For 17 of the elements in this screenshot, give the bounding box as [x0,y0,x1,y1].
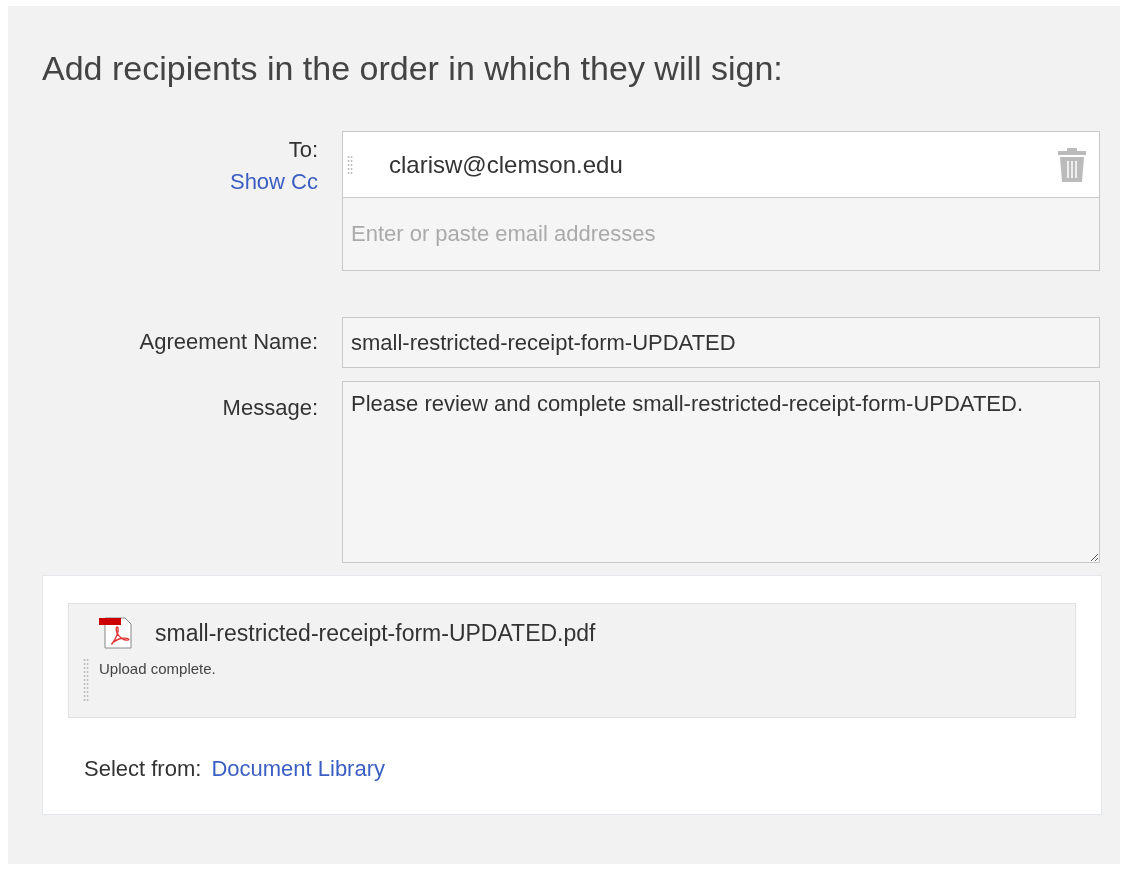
file-name: small-restricted-receipt-form-UPDATED.pdf [155,619,596,647]
select-from-label: Select from: [84,756,202,782]
show-cc-link[interactable]: Show Cc [229,169,318,195]
drag-handle-icon[interactable] [83,658,89,704]
drag-handle-icon[interactable] [347,154,353,175]
agreement-name-label: Agreement Name: [139,329,318,355]
message-field[interactable]: Please review and complete small-restricted-receipt-form-UPDATED. [342,381,1100,563]
recipients-field[interactable]: clarisw@clemson.edu Enter or paste email addresses [342,131,1100,271]
recipient-entry[interactable]: clarisw@clemson.edu [343,132,1099,198]
pdf-file-icon [99,616,135,650]
document-library-link[interactable]: Document Library [211,756,385,782]
form-heading: Add recipients in the order in which they will sign: [42,48,784,88]
agreement-name-field[interactable]: small-restricted-receipt-form-UPDATED [342,317,1100,368]
trash-icon[interactable] [1057,146,1087,183]
upload-status: Upload complete. [99,660,217,677]
message-label: Message: [222,395,318,421]
to-label: To: [288,137,318,163]
